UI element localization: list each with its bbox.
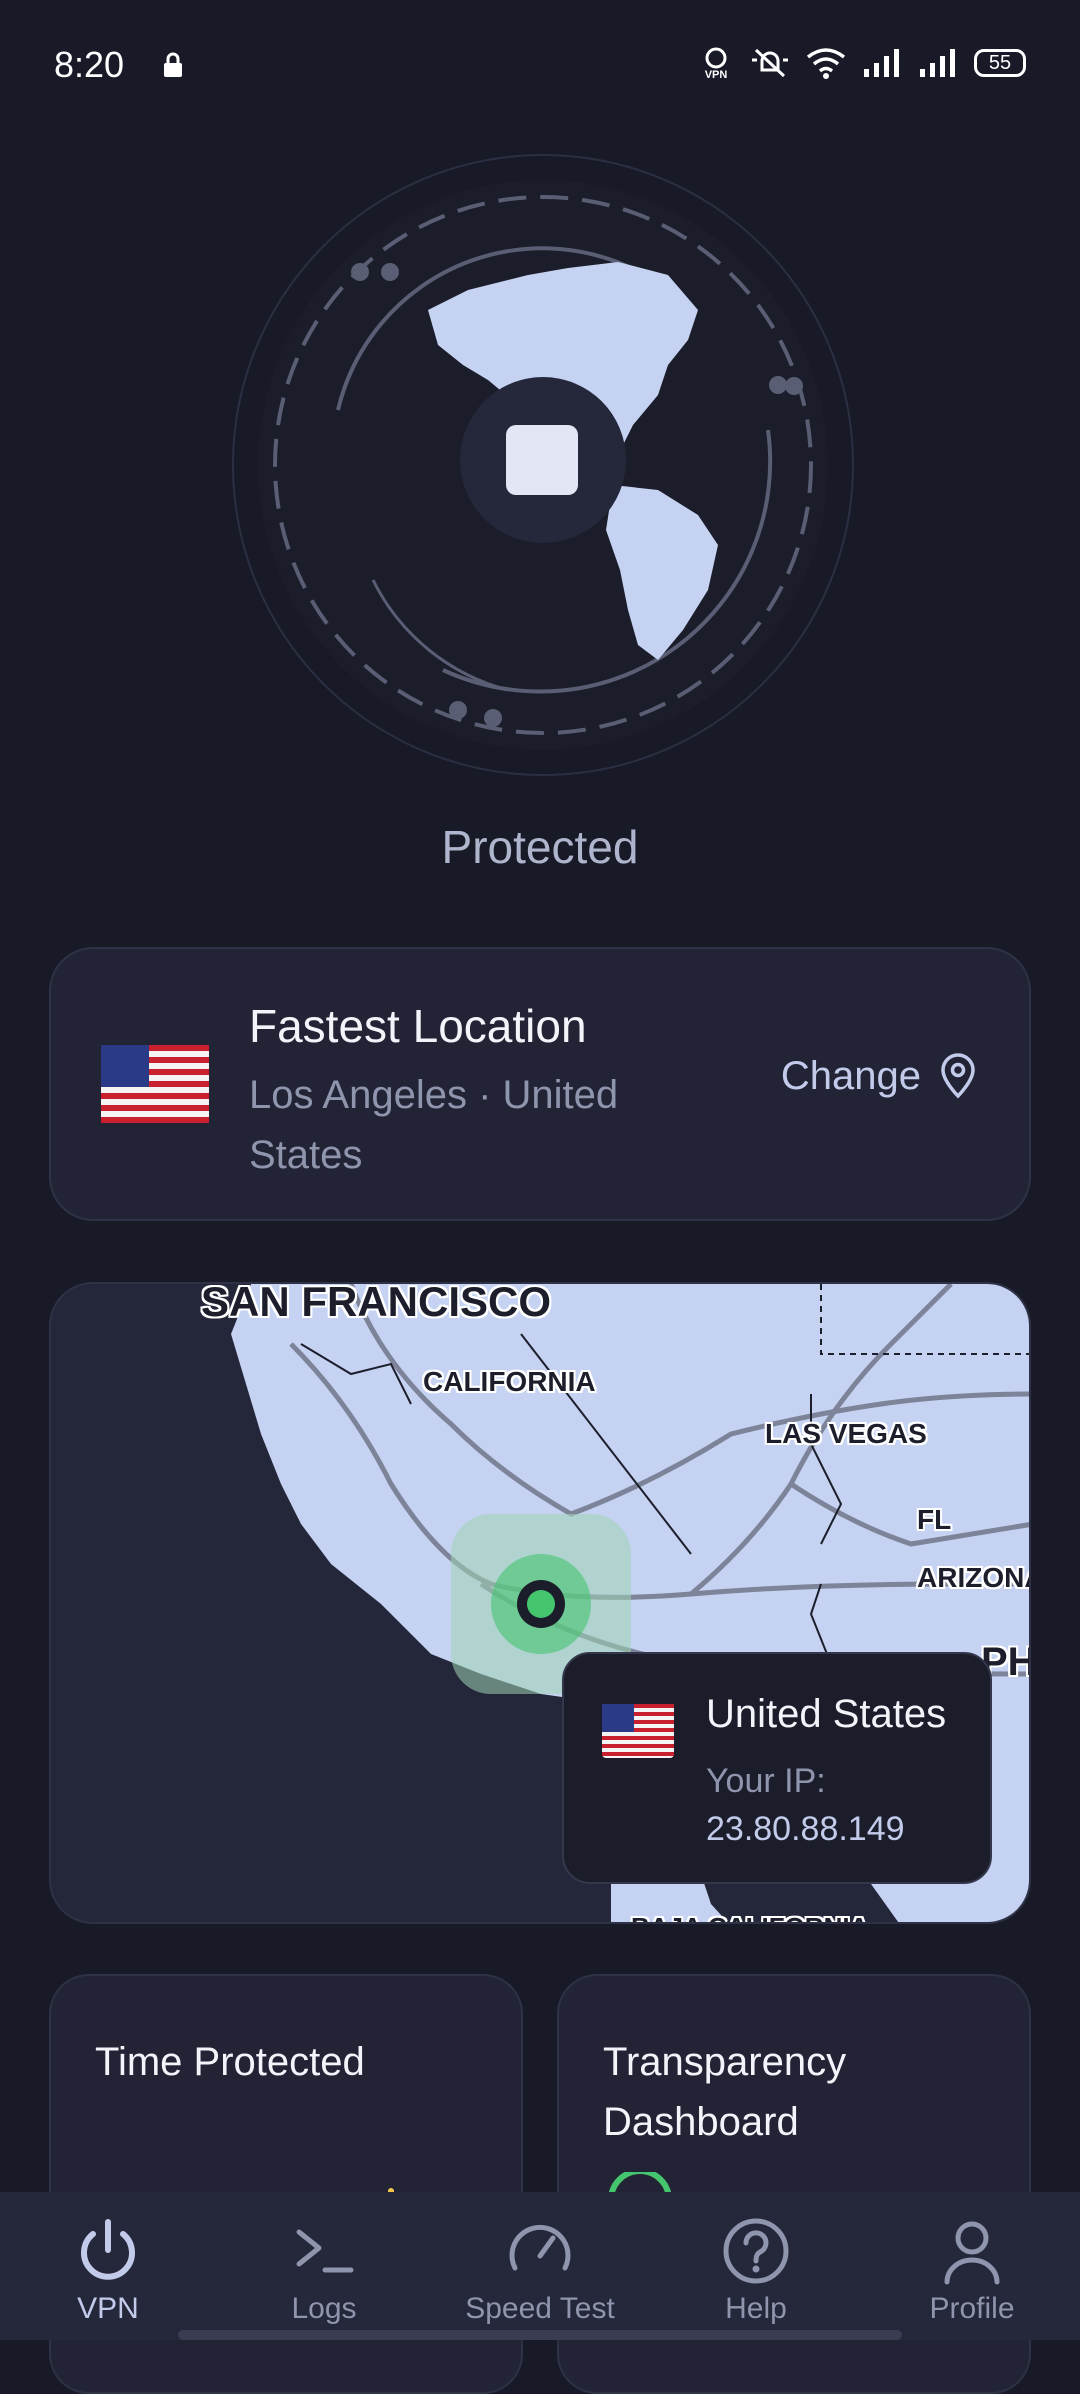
map-label-lv: LAS VEGAS <box>765 1418 927 1449</box>
status-bar: 8:20 VPN 55 <box>0 0 1080 130</box>
nav-label-vpn: VPN <box>77 2292 139 2325</box>
change-location-button[interactable]: Change <box>781 1053 977 1099</box>
tooltip-ip-label: Your IP: <box>706 1762 826 1800</box>
change-label: Change <box>780 1053 921 1098</box>
status-clock: 8:20 <box>54 44 125 85</box>
map-label-sf: SAN FRANCISCO <box>201 1282 552 1325</box>
time-protected-title: Time Protected <box>95 2040 365 2084</box>
status-icons: VPN 55 <box>698 46 1026 80</box>
wifi-icon <box>806 48 846 79</box>
svg-text:VPN: VPN <box>705 69 728 80</box>
us-flag-icon <box>101 1045 209 1123</box>
tooltip-country: United States <box>706 1692 947 1736</box>
signal-icon-2 <box>920 49 955 77</box>
bottom-navigation: VPN Logs Speed Test Help Profile <box>0 2192 1080 2340</box>
nav-item-speed-test[interactable]: Speed Test <box>432 2192 648 2340</box>
nav-label-speed-test: Speed Test <box>465 2292 615 2325</box>
nav-item-vpn[interactable]: VPN <box>0 2192 216 2340</box>
connection-status: Protected <box>441 821 639 873</box>
location-subtitle: Los Angeles · United States <box>249 1073 619 1177</box>
speedometer-icon <box>509 2224 571 2271</box>
ip-tooltip: United States Your IP: 23.80.88.149 <box>562 1652 992 1884</box>
question-icon <box>723 2218 789 2284</box>
globe-connect-visual[interactable] <box>228 150 858 780</box>
nav-item-profile[interactable]: Profile <box>864 2192 1080 2340</box>
nav-label-profile: Profile <box>929 2292 1015 2325</box>
signal-icon <box>864 49 899 77</box>
location-title: Fastest Location <box>249 1000 587 1052</box>
map-label-az: ARIZONA <box>917 1562 1029 1593</box>
map-label-fl: FL <box>917 1504 952 1535</box>
bell-muted-icon <box>752 48 788 78</box>
map-pin-icon <box>941 1053 975 1099</box>
nav-item-logs[interactable]: Logs <box>216 2192 432 2340</box>
tooltip-ip-value: 23.80.88.149 <box>706 1810 905 1848</box>
nav-item-help[interactable]: Help <box>648 2192 864 2340</box>
battery-indicator: 55 <box>974 49 1026 77</box>
location-card[interactable]: Fastest Location Los Angeles · United St… <box>49 947 1031 1221</box>
map-label-baja: BAJA CALIFORNIA <box>631 1912 868 1922</box>
stop-button[interactable] <box>506 425 578 495</box>
terminal-icon <box>296 2229 354 2273</box>
vpn-key-icon: VPN <box>705 47 728 80</box>
nav-label-help: Help <box>725 2292 787 2325</box>
user-icon <box>944 2221 1000 2285</box>
gesture-bar <box>178 2330 902 2340</box>
map-label-ca: CALIFORNIA <box>423 1366 596 1397</box>
transparency-title: Transparency Dashboard <box>603 2040 847 2144</box>
us-flag-icon-small <box>602 1704 674 1758</box>
nav-label-logs: Logs <box>291 2292 357 2325</box>
lock-icon <box>164 52 182 77</box>
power-icon <box>81 2219 135 2280</box>
